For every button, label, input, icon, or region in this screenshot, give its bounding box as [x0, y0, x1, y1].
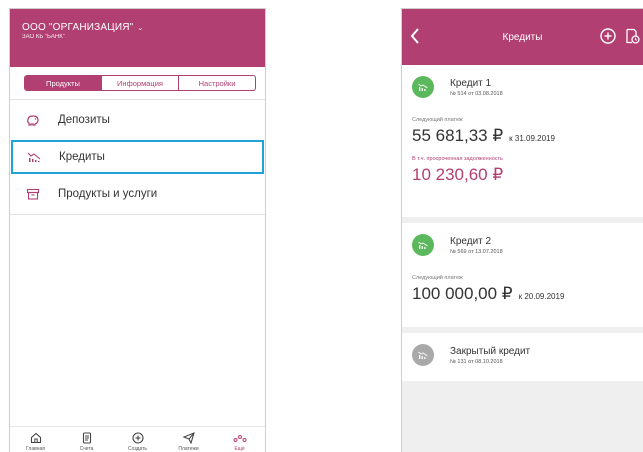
nav-create[interactable]: Создать: [112, 427, 163, 452]
nav-label: Платежи: [178, 446, 199, 452]
nav-label: Главная: [25, 446, 46, 452]
bottom-navigation: Главная Счета Создать Платежи Ещё: [10, 426, 265, 452]
nav-label: Ещё: [234, 446, 245, 452]
add-circle-icon[interactable]: [600, 28, 616, 49]
credit-name: Кредит 1: [450, 77, 492, 89]
box-icon: [26, 187, 40, 201]
chevron-down-icon[interactable]: ⌄: [137, 25, 143, 32]
piggy-bank-icon: [26, 113, 40, 127]
menu-item-credits[interactable]: Кредиты: [11, 140, 264, 174]
payment-label: Следующий платеж: [412, 117, 463, 123]
payment-amount: 55 681,33 ₽: [412, 126, 504, 145]
menu-item-label: Кредиты: [59, 151, 105, 163]
left-phone-screen: ООО "ОРГАНИЗАЦИЯ" ⌄ ЗАО КБ "БАНК" Продукт…: [9, 8, 266, 452]
tab-information[interactable]: Информация: [101, 76, 178, 90]
segment-tabs: Продукты Информация Настройки: [24, 75, 256, 91]
paper-plane-icon: [182, 431, 195, 444]
credits-header: Кредиты: [402, 9, 643, 65]
tab-settings[interactable]: Настройки: [178, 76, 255, 90]
nav-accounts[interactable]: Счета: [61, 427, 112, 452]
payment-label: Следующий платеж: [412, 275, 463, 281]
tab-products[interactable]: Продукты: [25, 76, 101, 90]
payment-amount: 100 000,00 ₽: [412, 284, 513, 303]
menu-item-label: Депозиты: [58, 114, 110, 126]
credit-name: Закрытый кредит: [450, 345, 531, 357]
credit-card-closed[interactable]: Закрытый кредит № 131 от 08.10.2018: [402, 333, 643, 381]
nav-home[interactable]: Главная: [10, 427, 61, 452]
plus-circle-icon: [131, 431, 144, 444]
right-phone-screen: Кредиты Кредит 1 № 514 от 03.08.2018 Сле…: [401, 8, 643, 452]
credit-status-icon: [412, 234, 434, 256]
nav-label: Счета: [79, 446, 94, 452]
overdue-amount: 10 230,60 ₽: [412, 165, 504, 184]
overdue-label: В т.ч. просроченная задолженность: [412, 156, 503, 162]
organization-header[interactable]: ООО "ОРГАНИЗАЦИЯ" ⌄ ЗАО КБ "БАНК": [10, 9, 265, 67]
document-icon: [81, 431, 93, 444]
credit-card-2[interactable]: Кредит 2 № 569 от 13.07.2018 Следующий п…: [402, 223, 643, 327]
menu-item-label: Продукты и услуги: [58, 188, 158, 200]
menu-item-products-services[interactable]: Продукты и услуги: [10, 174, 265, 214]
credit-status-icon: [412, 76, 434, 98]
credit-chart-icon: [27, 150, 41, 164]
credit-closed-icon: [412, 344, 434, 366]
nav-label: Создать: [127, 446, 147, 452]
history-document-icon[interactable]: [624, 28, 640, 49]
more-dots-icon: [233, 431, 247, 444]
divider: [10, 214, 265, 215]
credit-number: № 514 от 03.08.2018: [450, 90, 503, 97]
home-icon: [30, 431, 42, 444]
nav-more[interactable]: Ещё: [214, 427, 265, 452]
credit-name: Кредит 2: [450, 235, 492, 247]
bank-name: ЗАО КБ "БАНК": [22, 34, 65, 40]
payment-due-date: к 20.09.2019: [518, 292, 565, 301]
org-name: ООО "ОРГАНИЗАЦИЯ": [22, 22, 134, 33]
menu-item-deposits[interactable]: Депозиты: [10, 100, 265, 140]
credit-card-1[interactable]: Кредит 1 № 514 от 03.08.2018 Следующий п…: [402, 65, 643, 217]
payment-due-date: к 31.09.2019: [509, 134, 555, 143]
nav-payments[interactable]: Платежи: [163, 427, 214, 452]
credit-number: № 569 от 13.07.2018: [450, 248, 503, 255]
credit-number: № 131 от 08.10.2018: [450, 358, 503, 365]
